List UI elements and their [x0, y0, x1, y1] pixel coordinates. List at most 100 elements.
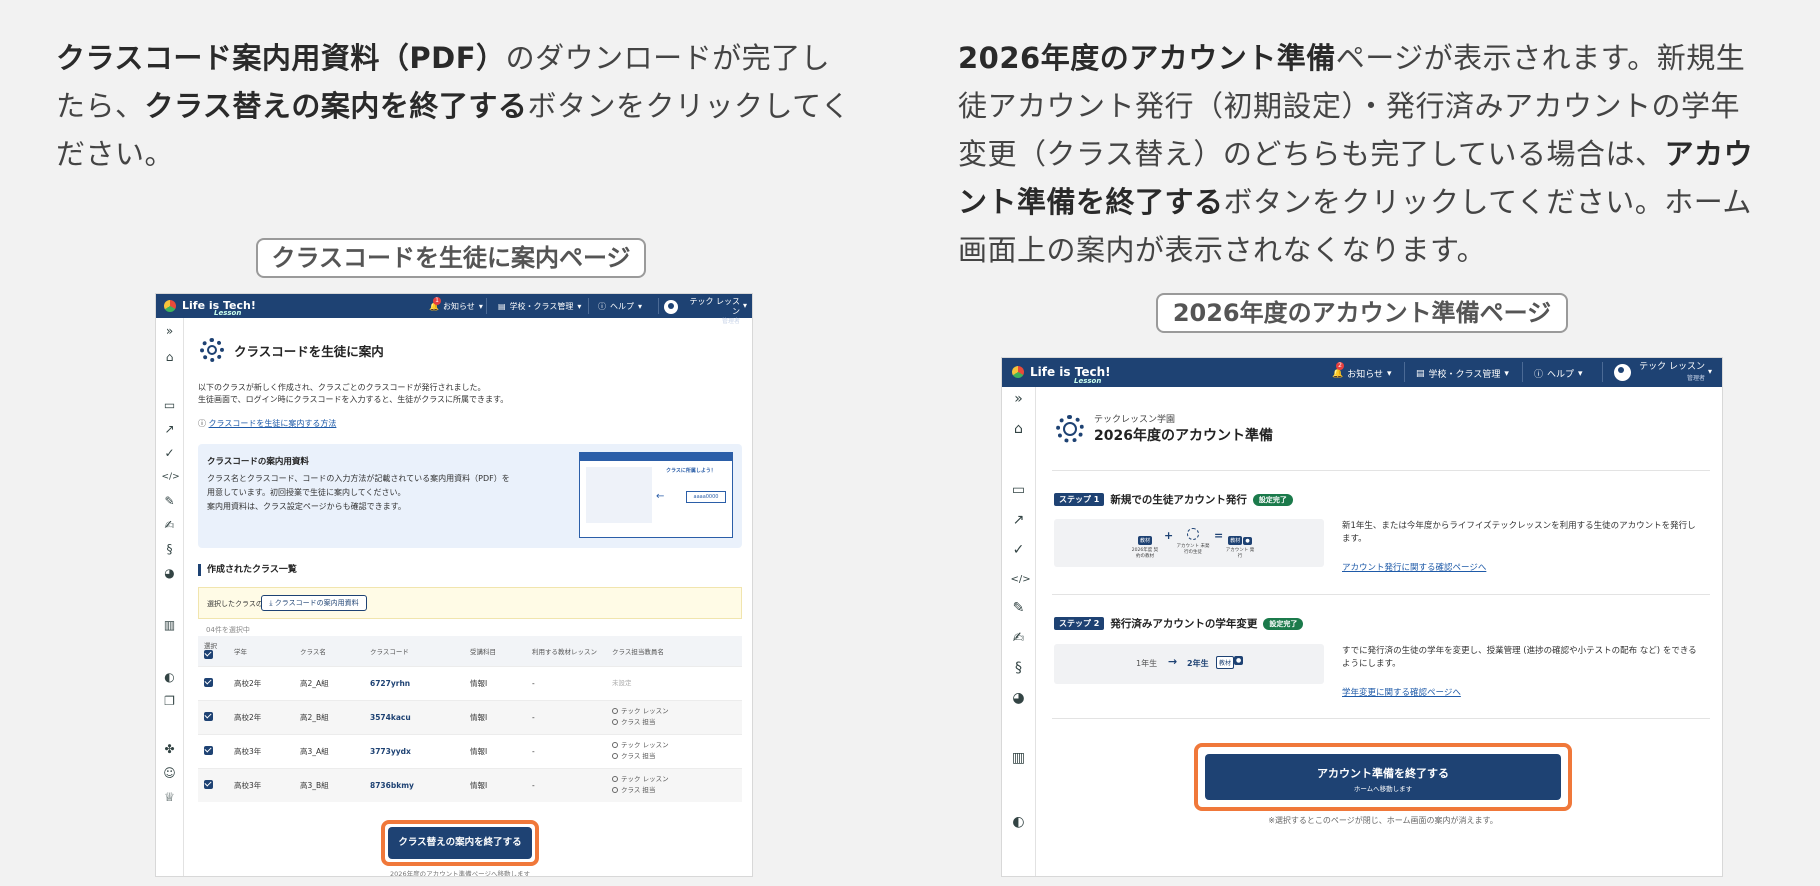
python-icon[interactable]: § — [162, 542, 178, 556]
user-menu[interactable]: テック レッスン 管理者 — [1635, 362, 1705, 384]
edit-icon[interactable]: ✍ — [1011, 631, 1027, 645]
smile-icon[interactable]: ☺ — [162, 766, 178, 780]
shield-icon[interactable]: ◐ — [1011, 815, 1027, 829]
person-icon — [612, 742, 618, 748]
gear-icon — [1056, 414, 1084, 443]
page-title: 2026年度のアカウント準備 — [1094, 428, 1273, 444]
step1-fig-student: アカウント 未発行の生徒 — [1176, 525, 1210, 556]
home-icon[interactable]: ⌂ — [1011, 422, 1027, 436]
nav-help[interactable]: ⓘ ヘルプ ▾ — [598, 301, 642, 312]
trophy-icon[interactable]: ♕ — [162, 790, 178, 804]
row-class: 高3_B組 — [294, 767, 364, 802]
nav-help[interactable]: ⓘ ヘルプ ▾ — [1534, 367, 1583, 381]
palette-icon[interactable]: ◕ — [1011, 691, 1027, 705]
download-pdf-button[interactable]: ⤓ クラスコードの案内用資料 — [261, 595, 367, 611]
right-screenshot: Life is Tech! Lesson 🔔 お知らせ ▾ 2 ▤ 学校・クラス… — [1001, 357, 1723, 877]
python-icon[interactable]: § — [1011, 661, 1027, 675]
chevron-down-icon: ▾ — [1504, 368, 1509, 379]
nav-school[interactable]: ▤ 学校・クラス管理 ▾ — [1416, 367, 1509, 381]
avatar[interactable] — [1614, 364, 1631, 381]
chart-icon[interactable]: ▥ — [1011, 751, 1027, 765]
table-row[interactable]: 高校3年 高3_B組 8736bkmy 情報Ⅰ - テック レッスン クラス 担… — [198, 767, 742, 802]
list-title: 作成されたクラス一覧 — [198, 564, 297, 576]
nav-notice-label: お知らせ — [442, 302, 475, 311]
finish-class-change-button[interactable]: クラス替えの案内を終了する — [388, 827, 532, 859]
terminal-icon[interactable]: ▭ — [1011, 483, 1027, 497]
page-title: クラスコードを生徒に案内 — [234, 343, 384, 359]
row-teacher1: テック レッスン — [621, 775, 669, 784]
edit-icon[interactable]: ✍ — [162, 518, 178, 532]
right-instruction: 2026年度のアカウント準備ページが表示されます。新規生徒アカウント発行（初期設… — [958, 34, 1758, 274]
finish-note: ※選択するとこのページが閉じ、ホーム画面の案内が消えます。 — [1268, 816, 1498, 825]
chevron-down-icon: ▾ — [577, 302, 582, 311]
row-checkbox[interactable] — [204, 745, 213, 755]
building-icon: ▤ — [1416, 368, 1425, 379]
puzzle-icon[interactable]: ✤ — [162, 742, 178, 756]
pdf-preview-code: aaaa0000 — [686, 491, 726, 503]
help-icon: ⓘ — [1534, 370, 1544, 380]
check-circle-icon[interactable]: ✓ — [1011, 543, 1027, 557]
finish-button-sub: ホームへ移動します — [1353, 785, 1413, 793]
chart-icon[interactable]: ▥ — [162, 618, 178, 632]
col-subject: 受講科目 — [464, 636, 526, 666]
code-icon[interactable]: </> — [1011, 573, 1031, 587]
finish-account-prep-button[interactable]: アカウント準備を終了する ホームへ移動します — [1205, 754, 1561, 800]
code-icon[interactable]: </> — [162, 470, 180, 484]
trend-icon[interactable]: ↗ — [1011, 513, 1027, 527]
check-circle-icon[interactable]: ✓ — [162, 446, 178, 460]
building-icon: ▤ — [498, 302, 506, 311]
shield-icon[interactable]: ◐ — [162, 670, 178, 684]
app-logo[interactable]: Life is Tech! Lesson — [164, 299, 256, 317]
doc-settings-icon[interactable]: ❐ — [162, 694, 178, 708]
trend-icon[interactable]: ↗ — [162, 422, 178, 436]
divider — [1052, 718, 1710, 719]
howto-link[interactable]: ⓘ クラスコードを生徒に案内する方法 — [198, 418, 336, 429]
table-header: 選択 学年 クラス名 クラスコード 受講科目 利用する教材レッスン クラス担当教… — [198, 636, 742, 666]
avatar[interactable] — [664, 300, 678, 314]
expand-sidebar-icon[interactable]: » — [1011, 392, 1027, 406]
step1-link[interactable]: アカウント発行に関する確認ページへ — [1342, 561, 1486, 573]
pen-icon[interactable]: ✎ — [162, 494, 178, 508]
row-checkbox[interactable] — [204, 779, 213, 789]
logo-mark-icon — [164, 299, 176, 312]
table-row[interactable]: 高校2年 高2_A組 6727yrhn 情報Ⅰ - 未設定 — [198, 665, 742, 700]
row-checkbox[interactable] — [204, 711, 213, 721]
row-checkbox[interactable] — [204, 677, 213, 687]
nav-divider — [658, 298, 659, 314]
user-name: テック レッスン — [1639, 362, 1705, 372]
home-icon[interactable]: ⌂ — [162, 350, 178, 364]
pdf-preview-image: クラスに所属しよう！ aaaa0000 ← — [579, 452, 733, 538]
nav-help-label: ヘルプ — [610, 302, 634, 311]
row-grade: 高校2年 — [228, 665, 294, 700]
step2-badge: 設定完了 — [1263, 618, 1304, 630]
app-logo[interactable]: Life is Tech! Lesson — [1012, 365, 1111, 385]
step1-header: ステップ 1 新規での生徒アカウント発行 設定完了 — [1054, 492, 1293, 507]
school-name: テックレッスン学園 — [1094, 415, 1176, 425]
row-subject: 情報Ⅰ — [464, 665, 526, 700]
row-teacher2: クラス 担当 — [621, 718, 656, 726]
nav-school[interactable]: ▤ 学校・クラス管理 ▾ — [498, 301, 581, 312]
equals-icon: = — [1214, 529, 1224, 542]
step2-link[interactable]: 学年変更に関する確認ページへ — [1342, 686, 1461, 698]
table-row[interactable]: 高校2年 高2_B組 3574kacu 情報Ⅰ - テック レッスン クラス 担… — [198, 699, 742, 734]
palette-icon[interactable]: ◕ — [162, 566, 178, 580]
chevron-down-icon: ▾ — [638, 302, 643, 311]
user-menu[interactable]: テック レッスン 管理者 — [682, 297, 740, 327]
col-lesson: 利用する教材レッスン — [526, 636, 606, 666]
teacher-entry: テック レッスン — [612, 706, 736, 717]
selected-count: 04件を選択中 — [206, 626, 250, 634]
book-icon: 教材 — [1137, 536, 1152, 545]
row-lesson: - — [526, 767, 606, 802]
app-header: Life is Tech! Lesson 🔔 お知らせ ▾ 2 ▤ 学校・クラス… — [1002, 358, 1722, 387]
teacher-entry: クラス 担当 — [612, 785, 736, 796]
expand-sidebar-icon[interactable]: » — [162, 324, 178, 338]
terminal-icon[interactable]: ▭ — [162, 398, 178, 412]
select-all-checkbox[interactable] — [204, 650, 213, 660]
row-code: 3773yydx — [364, 733, 464, 768]
chevron-down-icon: ▾ — [1708, 367, 1713, 376]
step1-badge: 設定完了 — [1252, 494, 1293, 506]
table-row[interactable]: 高校3年 高3_A組 3773yydx 情報Ⅰ - テック レッスン クラス 担… — [198, 733, 742, 768]
pen-icon[interactable]: ✎ — [1011, 601, 1027, 615]
row-teacher2: クラス 担当 — [621, 752, 656, 760]
step1-fig-account: 教材 ● アカウント 発行 — [1224, 527, 1256, 560]
